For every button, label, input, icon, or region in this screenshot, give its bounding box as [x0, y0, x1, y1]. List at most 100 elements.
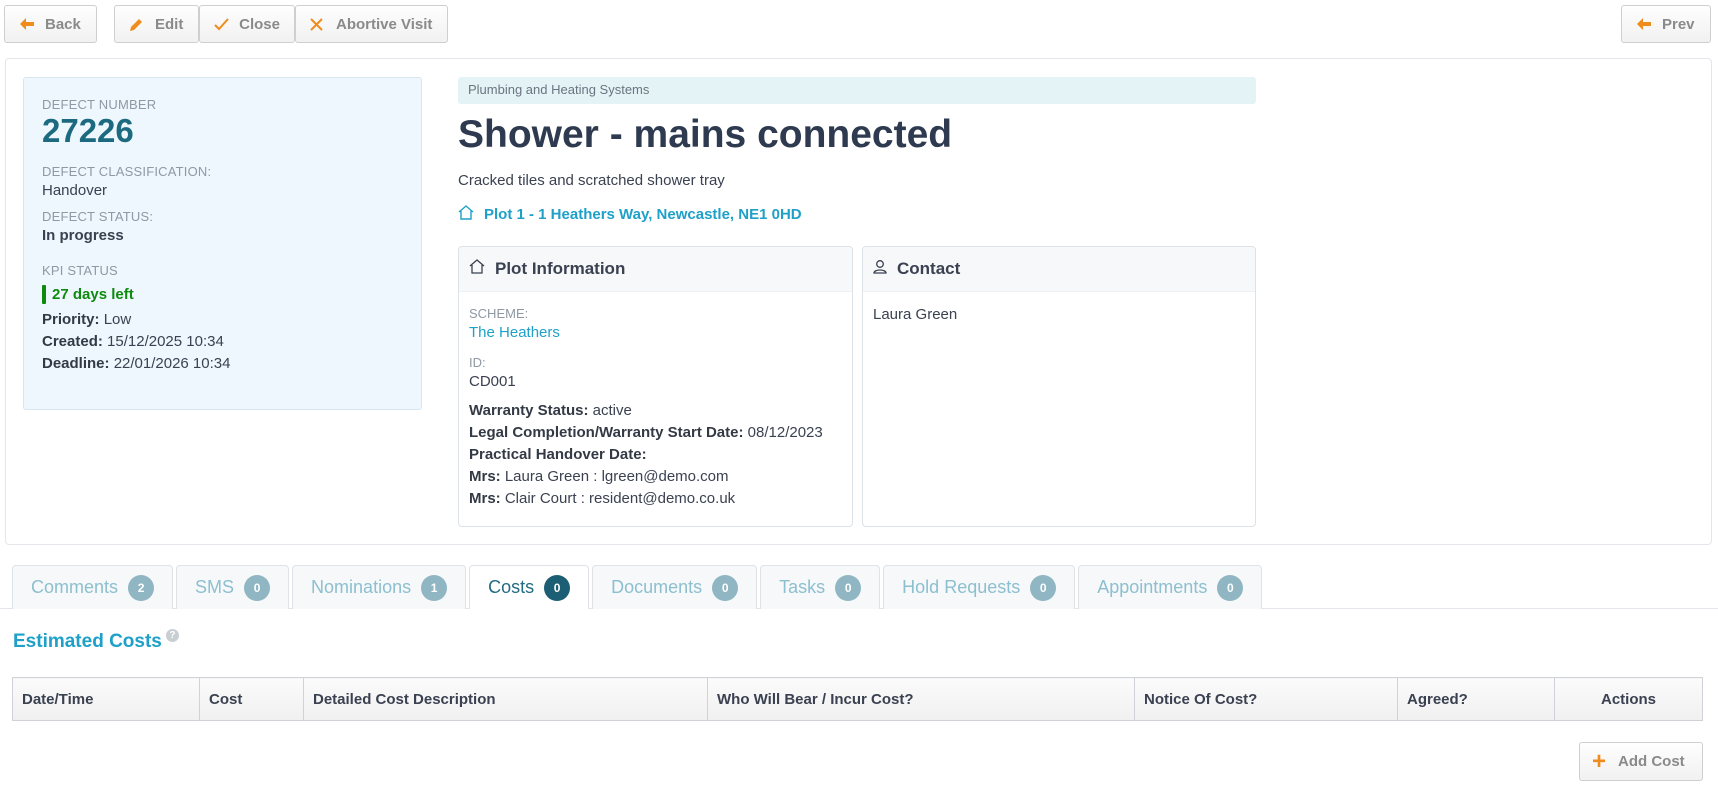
tab-costs[interactable]: Costs 0 — [469, 565, 590, 609]
back-label: Back — [45, 15, 81, 33]
estimated-costs-heading: Estimated Costs ? — [13, 629, 179, 653]
home-icon — [469, 259, 485, 279]
classification-label: DEFECT CLASSIFICATION: — [42, 164, 212, 179]
contact-name: Laura Green — [873, 306, 958, 323]
legal-completion-value: 08/12/2023 — [747, 424, 823, 441]
abortive-visit-button[interactable]: Abortive Visit — [295, 5, 448, 43]
x-icon — [310, 17, 326, 31]
tab-label: Documents — [611, 577, 703, 597]
resident-row: Mrs: Laura Green : lgreen@demo.com — [469, 468, 842, 485]
handover-label: Practical Handover Date: — [469, 446, 647, 463]
handover-row: Practical Handover Date: — [469, 446, 842, 463]
created-label: Created: — [42, 333, 103, 350]
costs-table: Date/Time Cost Detailed Cost Description… — [12, 677, 1703, 721]
column-header[interactable]: Date/Time — [12, 677, 200, 721]
scheme-label: SCHEME: — [469, 306, 529, 321]
plus-icon: + — [1592, 747, 1607, 775]
back-button[interactable]: Back — [4, 5, 97, 43]
resident-value: Laura Green : lgreen@demo.com — [504, 468, 729, 485]
defect-number: 27226 — [42, 112, 134, 149]
priority-row: Priority: Low — [42, 311, 403, 328]
close-button[interactable]: Close — [199, 5, 295, 43]
resident-title: Mrs: — [469, 468, 501, 485]
close-label: Close — [239, 15, 280, 33]
resident-value: Clair Court : resident@demo.co.uk — [504, 490, 736, 507]
tab-count-badge: 1 — [421, 574, 448, 601]
abortive-visit-label: Abortive Visit — [336, 15, 433, 33]
defect-summary: DEFECT NUMBER 27226 DEFECT CLASSIFICATIO… — [23, 77, 422, 410]
tab-appointments[interactable]: Appointments 0 — [1078, 565, 1263, 609]
prev-label: Prev — [1662, 15, 1695, 33]
tab-label: Comments — [31, 577, 119, 597]
column-header[interactable]: Who Will Bear / Incur Cost? — [707, 677, 1135, 721]
id-value: CD001 — [469, 373, 516, 390]
tab-label: Tasks — [779, 577, 826, 597]
tab-count-badge: 0 — [544, 574, 571, 601]
warranty-label: Warranty Status: — [469, 402, 589, 419]
scheme-link[interactable]: The Heathers — [469, 324, 842, 341]
arrow-left-icon — [19, 17, 35, 31]
help-icon[interactable]: ? — [165, 629, 179, 642]
tab-hold-requests[interactable]: Hold Requests 0 — [883, 565, 1076, 609]
tab-comments[interactable]: Comments 2 — [12, 565, 174, 609]
classification-value: Handover — [42, 182, 108, 199]
pencil-icon — [129, 17, 145, 32]
tab-count-badge: 0 — [244, 574, 271, 601]
warranty-row: Warranty Status: active — [469, 402, 842, 419]
priority-value: Low — [103, 311, 132, 328]
kpi-status: 27 days left — [42, 285, 403, 304]
tab-count-badge: 2 — [128, 574, 155, 601]
prev-button[interactable]: Prev — [1621, 5, 1711, 43]
add-cost-button[interactable]: + Add Cost — [1579, 742, 1703, 781]
home-icon — [458, 205, 474, 224]
tab-label: Hold Requests — [902, 577, 1021, 597]
plot-information-title: Plot Information — [495, 259, 626, 278]
status-value: In progress — [42, 227, 124, 244]
tab-sms[interactable]: SMS 0 — [176, 565, 290, 609]
tab-count-badge: 0 — [835, 574, 862, 601]
tab-label: SMS — [195, 577, 235, 597]
plot-information-header: Plot Information — [459, 247, 852, 292]
status-label: DEFECT STATUS: — [42, 209, 154, 224]
address-link[interactable]: Plot 1 - 1 Heathers Way, Newcastle, NE1 … — [458, 205, 802, 224]
created-row: Created: 15/12/2025 10:34 — [42, 333, 403, 350]
resident-row: Mrs: Clair Court : resident@demo.co.uk — [469, 490, 842, 507]
deadline-label: Deadline: — [42, 355, 110, 372]
category-badge: Plumbing and Heating Systems — [458, 77, 1256, 104]
column-header[interactable]: Cost — [199, 677, 304, 721]
legal-completion-row: Legal Completion/Warranty Start Date: 08… — [469, 424, 842, 441]
column-header[interactable]: Detailed Cost Description — [303, 677, 708, 721]
deadline-row: Deadline: 22/01/2026 10:34 — [42, 355, 403, 372]
edit-label: Edit — [155, 15, 184, 33]
tab-count-badge: 0 — [1030, 574, 1057, 601]
created-value: 15/12/2025 10:34 — [107, 333, 224, 350]
priority-label: Priority: — [42, 311, 100, 328]
check-icon — [214, 17, 229, 31]
tab-documents[interactable]: Documents 0 — [592, 565, 758, 609]
tab-tasks[interactable]: Tasks 0 — [760, 565, 881, 609]
legal-completion-label: Legal Completion/Warranty Start Date: — [469, 424, 744, 441]
kpi-label: KPI STATUS — [42, 263, 118, 278]
defect-title: Shower - mains connected — [458, 113, 953, 156]
tab-nominations[interactable]: Nominations 1 — [292, 565, 467, 609]
section-title: Estimated Costs — [13, 631, 162, 652]
contact-header: Contact — [863, 247, 1255, 292]
edit-button[interactable]: Edit — [114, 5, 199, 43]
column-header[interactable]: Agreed? — [1397, 677, 1555, 721]
deadline-value: 22/01/2026 10:34 — [113, 355, 231, 372]
contact-title: Contact — [897, 259, 961, 278]
tab-label: Appointments — [1097, 577, 1208, 597]
table-header-row: Date/Time Cost Detailed Cost Description… — [12, 677, 1703, 721]
kpi-indicator — [42, 285, 46, 304]
column-header[interactable]: Notice Of Cost? — [1134, 677, 1398, 721]
address-text: Plot 1 - 1 Heathers Way, Newcastle, NE1 … — [484, 206, 802, 223]
tab-label: Costs — [488, 577, 535, 597]
resident-title: Mrs: — [469, 490, 501, 507]
id-label: ID: — [469, 355, 486, 370]
defect-description: Cracked tiles and scratched shower tray — [458, 172, 725, 189]
plot-information-card: Plot Information SCHEME: The Heathers ID… — [458, 246, 853, 527]
kpi-value: 27 days left — [52, 286, 134, 303]
detail-tabs: Comments 2 SMS 0 Nominations 1 Costs 0 D… — [12, 565, 1263, 609]
contact-card: Contact Laura Green — [862, 246, 1256, 527]
column-header: Actions — [1554, 677, 1703, 721]
